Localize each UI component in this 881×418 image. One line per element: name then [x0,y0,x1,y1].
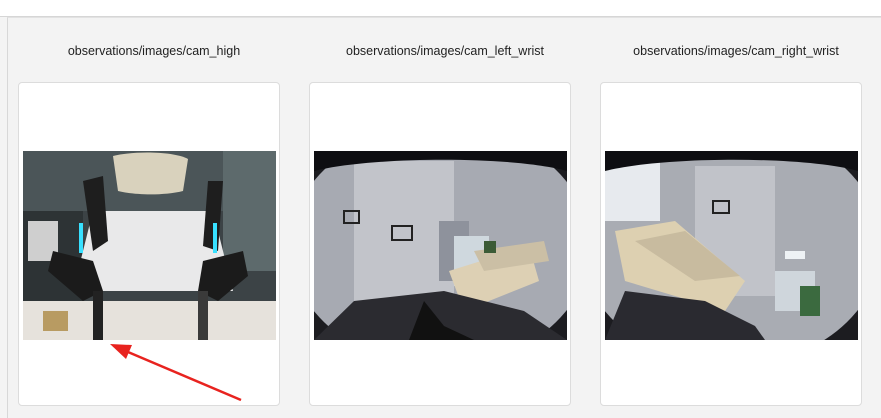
cam-high-title: observations/images/cam_high [67,44,241,58]
cam-left-wrist-title: observations/images/cam_left_wrist [346,44,544,58]
top-strip [0,0,881,17]
cam-left-wrist-card [309,82,571,406]
cam-high-image[interactable] [23,151,276,340]
cam-left-wrist-image[interactable] [314,151,567,340]
cam-right-wrist-title: observations/images/cam_right_wrist [633,44,839,58]
cam-right-wrist-image[interactable] [605,151,858,340]
cam-high-card [18,82,280,406]
cam-right-wrist-card [600,82,862,406]
